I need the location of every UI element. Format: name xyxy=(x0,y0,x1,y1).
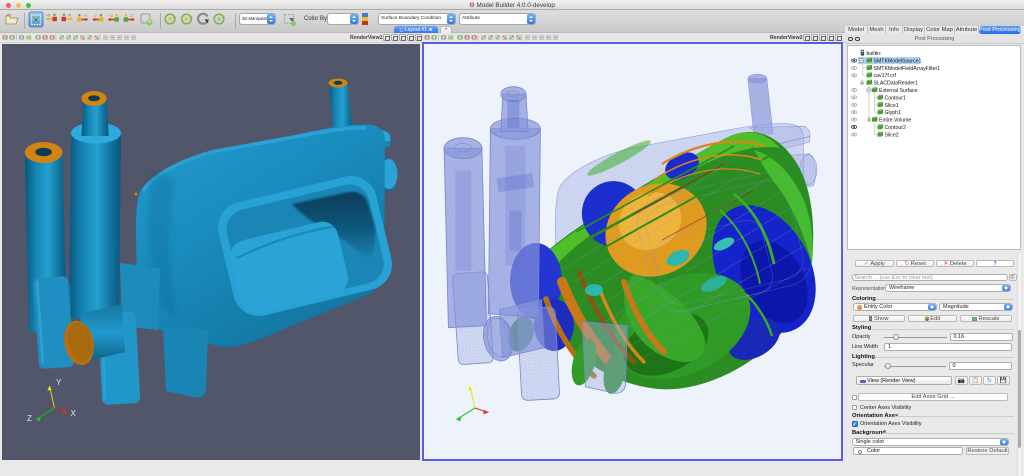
svg-text:Z: Z xyxy=(27,414,32,423)
svg-text:-X: -X xyxy=(67,13,71,18)
svg-text:Slice2: Slice2 xyxy=(885,132,899,138)
svg-text:+X: +X xyxy=(46,13,51,18)
svg-text:Glyph1: Glyph1 xyxy=(885,110,902,116)
svg-text:Slice1: Slice1 xyxy=(885,103,899,109)
svg-text:-Y: -Y xyxy=(93,13,97,18)
svg-text:Contour1: Contour1 xyxy=(885,95,906,101)
svg-text:SLACDataReader1: SLACDataReader1 xyxy=(874,81,919,87)
svg-text:builtin:: builtin: xyxy=(867,51,882,57)
svg-text:+Y: +Y xyxy=(83,13,88,18)
svg-text:SMTKModelFieldArrayFilter1: SMTKModelFieldArrayFilter1 xyxy=(874,66,941,72)
svg-text:Entire Volume: Entire Volume xyxy=(879,118,911,124)
svg-text:SMTKModelSource1: SMTKModelSource1 xyxy=(874,58,922,64)
svg-text:cav17f.crf: cav17f.crf xyxy=(874,73,897,79)
svg-text:X: X xyxy=(71,409,77,418)
svg-text:+Z: +Z xyxy=(109,13,114,18)
svg-text:-Z: -Z xyxy=(129,13,133,18)
svg-text:Contour2: Contour2 xyxy=(885,125,906,131)
svg-text:Y: Y xyxy=(56,378,62,387)
svg-text:External Surface: External Surface xyxy=(879,88,917,94)
